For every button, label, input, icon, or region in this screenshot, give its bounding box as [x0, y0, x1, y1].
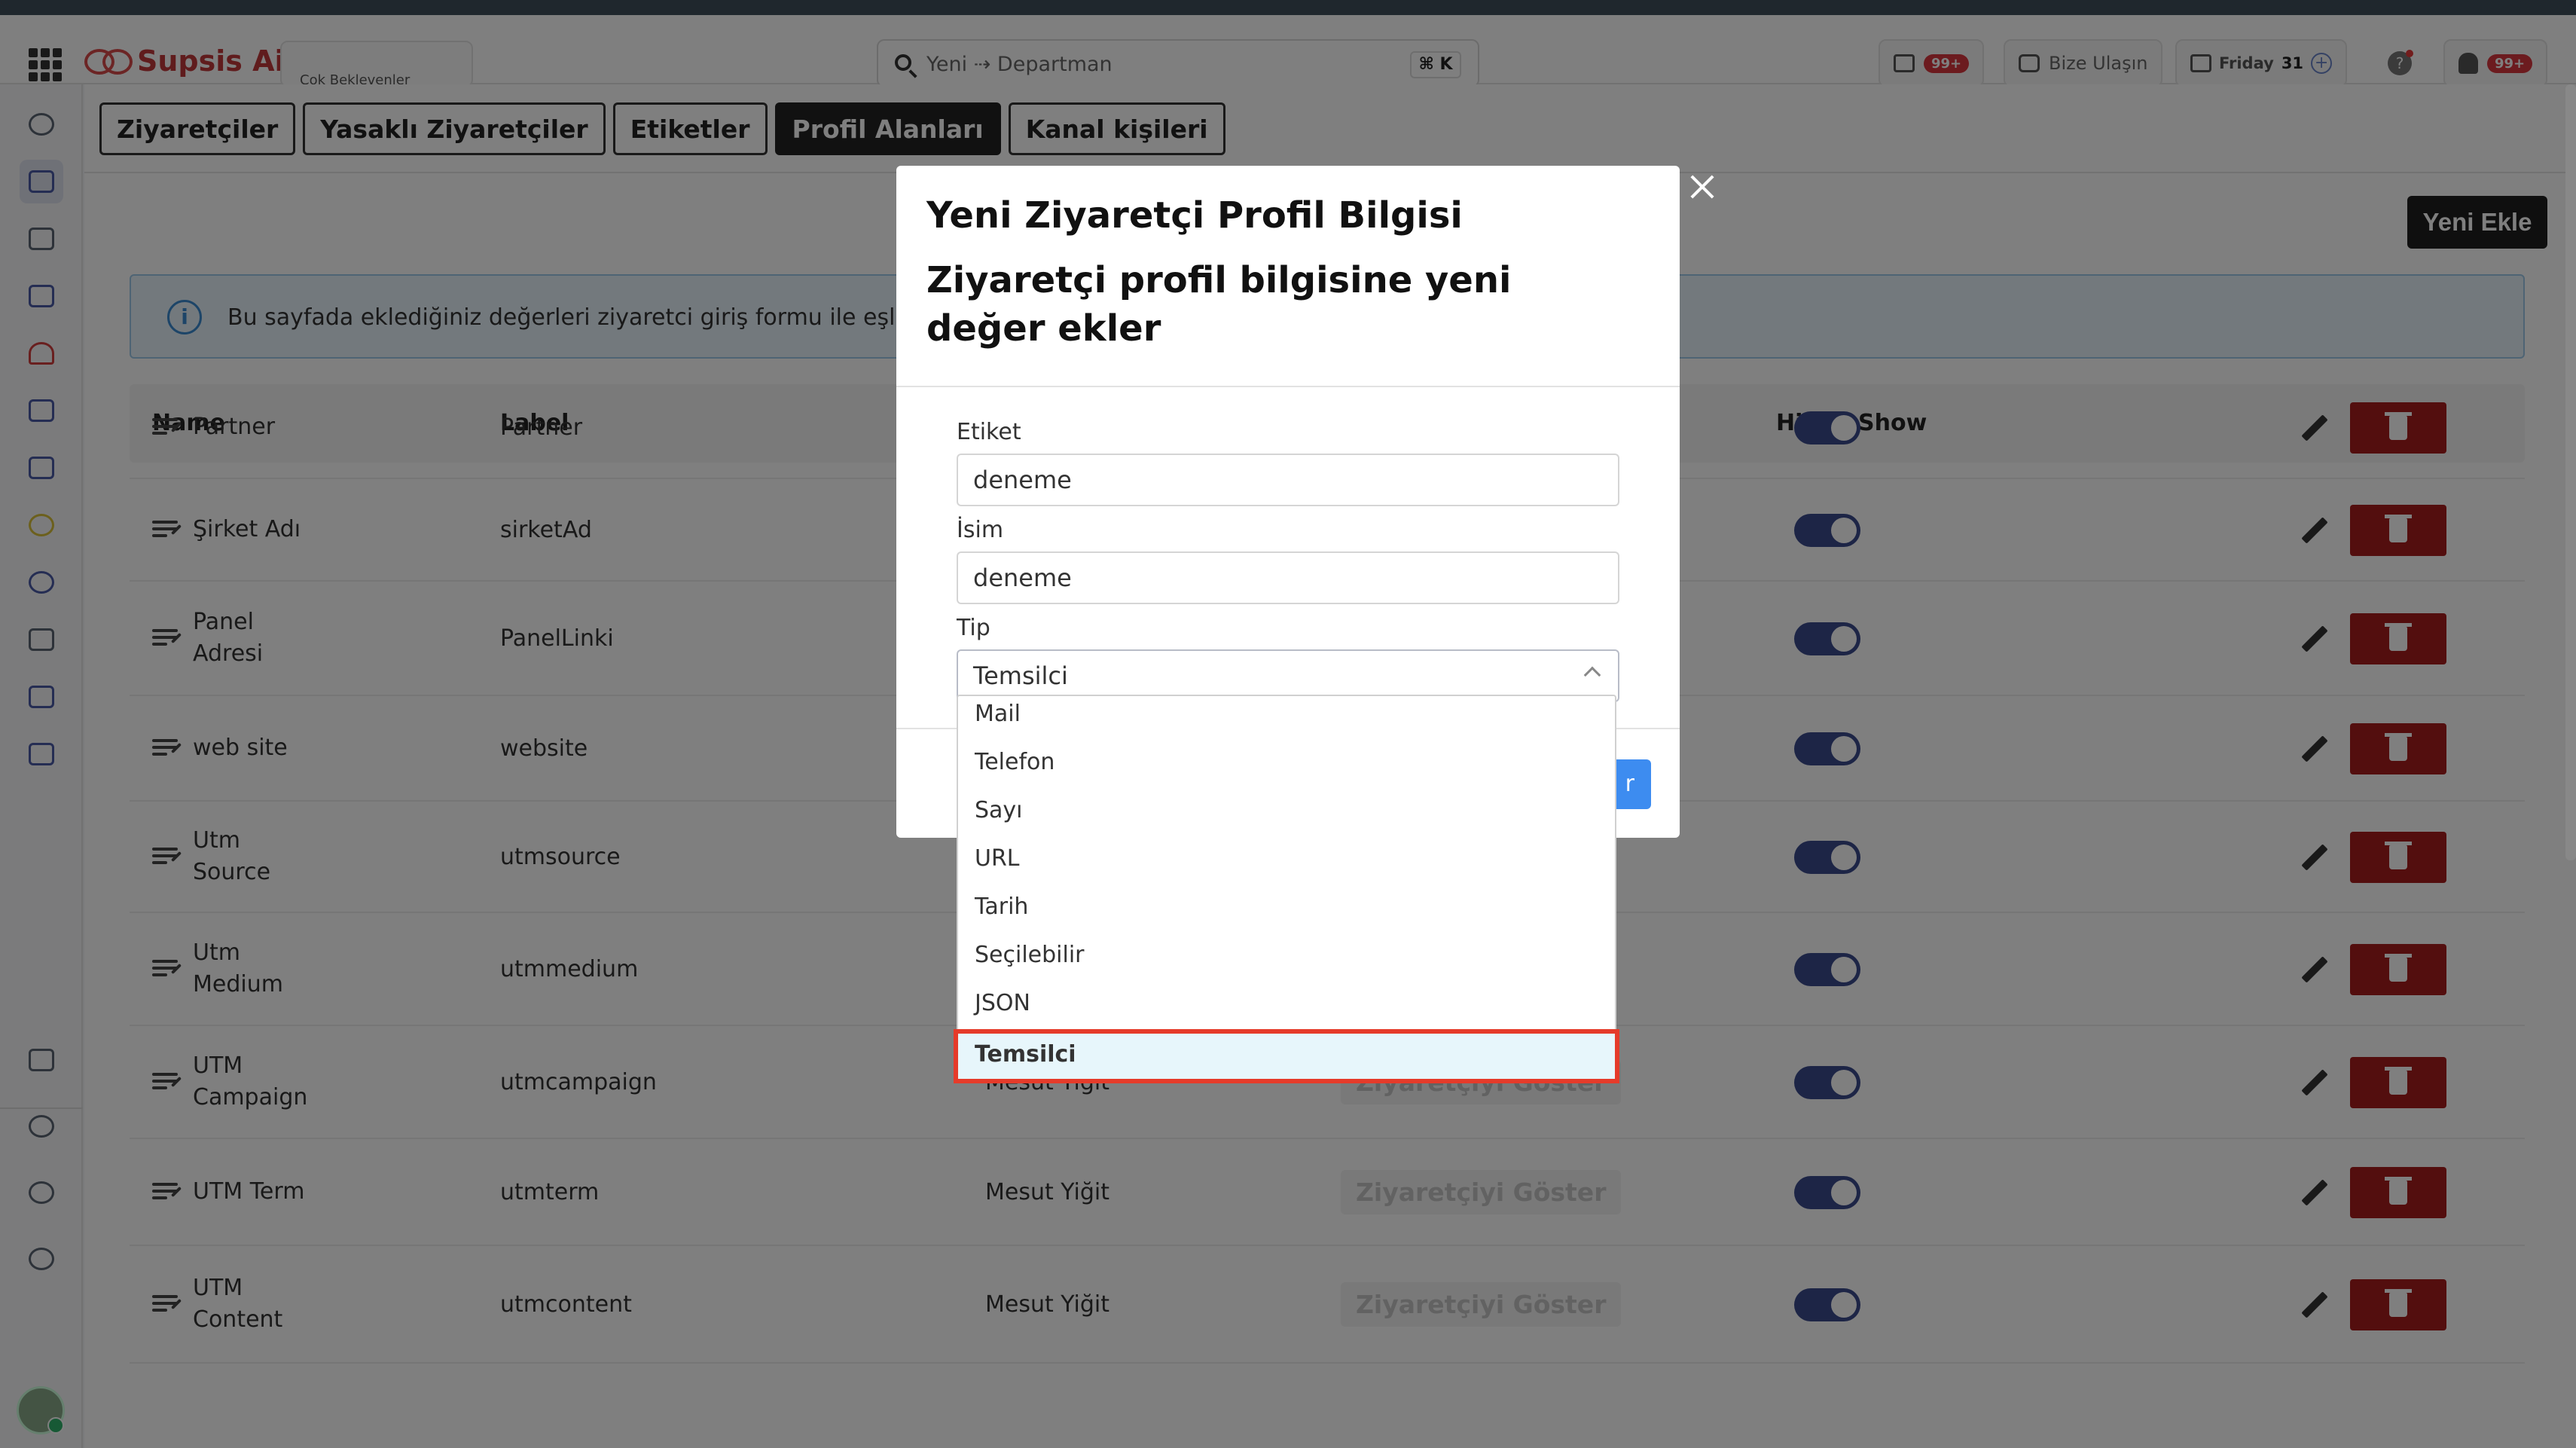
etiket-label: Etiket [957, 419, 1021, 445]
isim-input[interactable]: deneme [957, 551, 1619, 604]
selection-highlight-box [954, 1029, 1619, 1083]
option-telefon[interactable]: Telefon [958, 738, 1615, 787]
close-icon[interactable] [1684, 169, 1720, 205]
modal-title: Yeni Ziyaretçi Profil Bilgisi [926, 194, 1463, 237]
chevron-up-icon [1583, 666, 1601, 684]
tip-dropdown-menu: Mail Telefon Sayı URL Tarih Seçilebilir … [957, 695, 1616, 1083]
option-secilebilir[interactable]: Seçilebilir [958, 931, 1615, 979]
option-json[interactable]: JSON [958, 979, 1615, 1028]
option-tarih[interactable]: Tarih [958, 883, 1615, 931]
etiket-input[interactable]: deneme [957, 454, 1619, 506]
option-mail[interactable]: Mail [958, 690, 1615, 738]
option-sayi[interactable]: Sayı [958, 787, 1615, 835]
tip-selected-value: Temsilci [973, 661, 1068, 690]
modal-header: Yeni Ziyaretçi Profil Bilgisi Ziyaretçi … [896, 166, 1680, 387]
option-url[interactable]: URL [958, 835, 1615, 883]
page-scrollbar[interactable] [2565, 84, 2576, 860]
tip-label: Tip [957, 615, 990, 641]
isim-label: İsim [957, 517, 1004, 543]
modal-subtitle: Ziyaretçi profil bilgisine yeni değer ek… [926, 259, 1512, 350]
